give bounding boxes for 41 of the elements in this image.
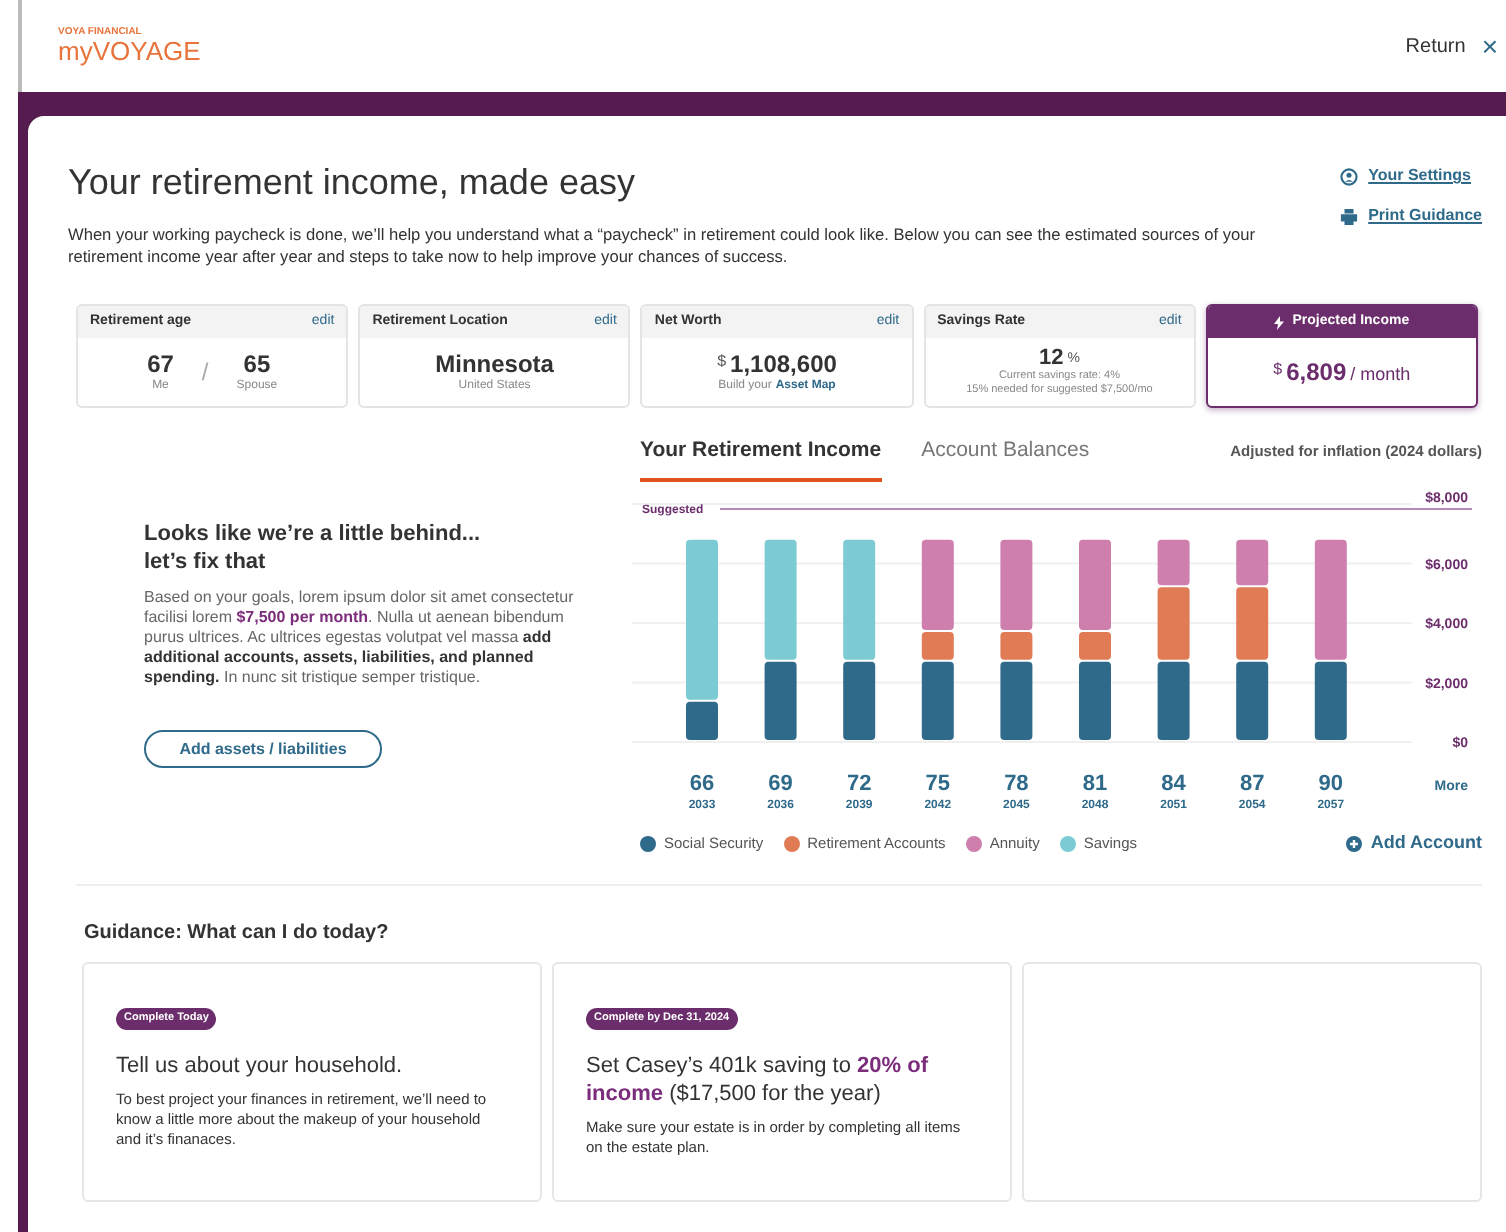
age-label: 84	[1161, 771, 1186, 796]
age-label: 90	[1318, 771, 1344, 796]
page-title: Your retirement income, made easy	[68, 160, 637, 204]
separator-text: /	[201, 356, 209, 390]
add-assets-button[interactable]: Add assets / liabilities	[144, 730, 382, 768]
close-button[interactable]: ×	[1481, 32, 1498, 60]
plus-circle-icon	[1346, 835, 1363, 851]
intro-text: When your working paycheck is done, we’ll help you understand what a “paycheck” in retirement could look like. Below you can see the estimated sources of your retirement income year after year and steps to take now to help improve your chances of success.	[68, 224, 1258, 268]
projected-income-value: 6,809	[1286, 356, 1347, 390]
age-label: 75	[925, 771, 951, 796]
age-label: 66	[689, 771, 715, 796]
header-link[interactable]: Print Guidance	[1368, 204, 1482, 228]
brand-logo[interactable]: myVOYAGE	[58, 38, 201, 66]
printer-icon	[1340, 207, 1359, 225]
lightning-bolt-icon	[1274, 315, 1285, 329]
net-worth-value: 1,108,600	[730, 349, 837, 377]
bar-segment	[1157, 661, 1190, 740]
add-account-button[interactable]: Add Account	[1346, 829, 1482, 857]
location-value: Minnesota	[435, 349, 554, 377]
guidance-card-title: Set Casey’s 401k saving to 20% of income ($17,500 for the year)	[586, 1052, 931, 1109]
age-value: 65	[243, 349, 271, 377]
currency-sign: $	[717, 349, 727, 373]
promo-text: Based on your goals, lorem ipsum dolor sit amet consectetur facilisi lorem $7,500 per month. Nulla ut aenean bibendum purus ultrices. Ac ultrices egestas volutpat vel massa add additional accounts, assets, liabilities, and planned spending. In nunc sit tristique semper tristique.	[144, 588, 576, 688]
age-label: 87	[1239, 771, 1265, 796]
promo-title: Looks like we’re a little behind... let’s fix that	[144, 520, 483, 576]
guidance-card-title: Tell us about your household.	[116, 1052, 405, 1081]
per-month-text: / month	[1350, 361, 1411, 387]
guidance-title: Guidance: What can I do today?	[84, 920, 391, 949]
currency-sign: $	[1273, 358, 1283, 382]
age-label: 72	[846, 771, 872, 796]
age-value: 67	[147, 349, 174, 377]
age-label: 69	[768, 771, 793, 796]
chart-tab[interactable]: Your Retirement Income	[640, 436, 882, 482]
user-circle-icon	[1340, 167, 1359, 185]
bar-segment	[1236, 661, 1269, 740]
header-link[interactable]: Your Settings	[1368, 164, 1472, 188]
savings-rate-value: 12	[1038, 346, 1064, 370]
chart-tab[interactable]: Account Balances	[921, 436, 1090, 482]
return-link[interactable]: Return	[1405, 31, 1466, 61]
age-label: 78	[1004, 771, 1029, 796]
age-label: 81	[1082, 771, 1108, 796]
